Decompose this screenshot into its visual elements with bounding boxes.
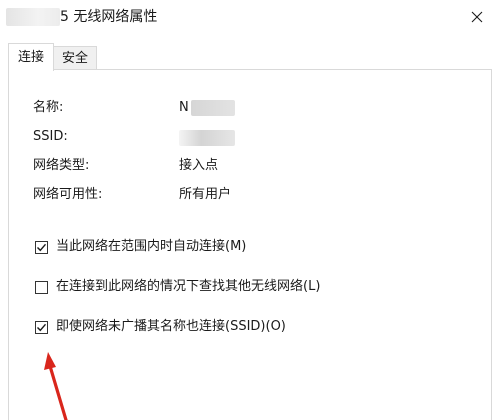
window-title: 5 无线网络属性 [60,9,158,25]
network-availability-value: 所有用户 [179,187,232,202]
find-other-networks-option[interactable]: 在连接到此网络的情况下查找其他无线网络(L) [35,278,320,296]
redacted-name [191,100,235,116]
auto-connect-label: 当此网络在范围内时自动连接(M) [56,239,247,254]
redacted-title-prefix [6,8,60,26]
network-type-value: 接入点 [179,158,219,173]
network-type-label: 网络类型: [33,158,90,173]
network-properties-window: 5 无线网络属性 连接 安全 名称: N SSID: 网络类型: 接入点 网络可… [0,0,500,420]
find-other-networks-label: 在连接到此网络的情况下查找其他无线网络(L) [56,279,321,294]
connect-hidden-network-label: 即使网络未广播其名称也连接(SSID)(O) [56,319,286,334]
red-arrow-icon [44,352,68,420]
tab-strip: 连接 安全 [8,42,98,71]
find-other-networks-checkbox[interactable] [35,280,48,294]
title-bar: 5 无线网络属性 [0,0,500,34]
checkmark-icon [37,323,47,331]
tab-connection[interactable]: 连接 [8,43,55,71]
checkmark-icon [37,243,47,251]
tab-security[interactable]: 安全 [54,46,98,70]
redacted-ssid [179,130,235,146]
connection-panel: 名称: N SSID: 网络类型: 接入点 网络可用性: 所有用户 当此网络在范… [8,69,492,420]
ssid-label: SSID: [33,129,68,144]
name-value: N [179,100,189,115]
name-label: 名称: [33,100,64,115]
connect-hidden-network-checkbox[interactable] [35,320,48,334]
auto-connect-option[interactable]: 当此网络在范围内时自动连接(M) [35,238,246,256]
close-icon [471,11,483,23]
network-availability-label: 网络可用性: [33,187,103,202]
auto-connect-checkbox[interactable] [35,240,48,254]
connect-hidden-network-option[interactable]: 即使网络未广播其名称也连接(SSID)(O) [35,318,286,336]
close-button[interactable] [454,0,500,34]
